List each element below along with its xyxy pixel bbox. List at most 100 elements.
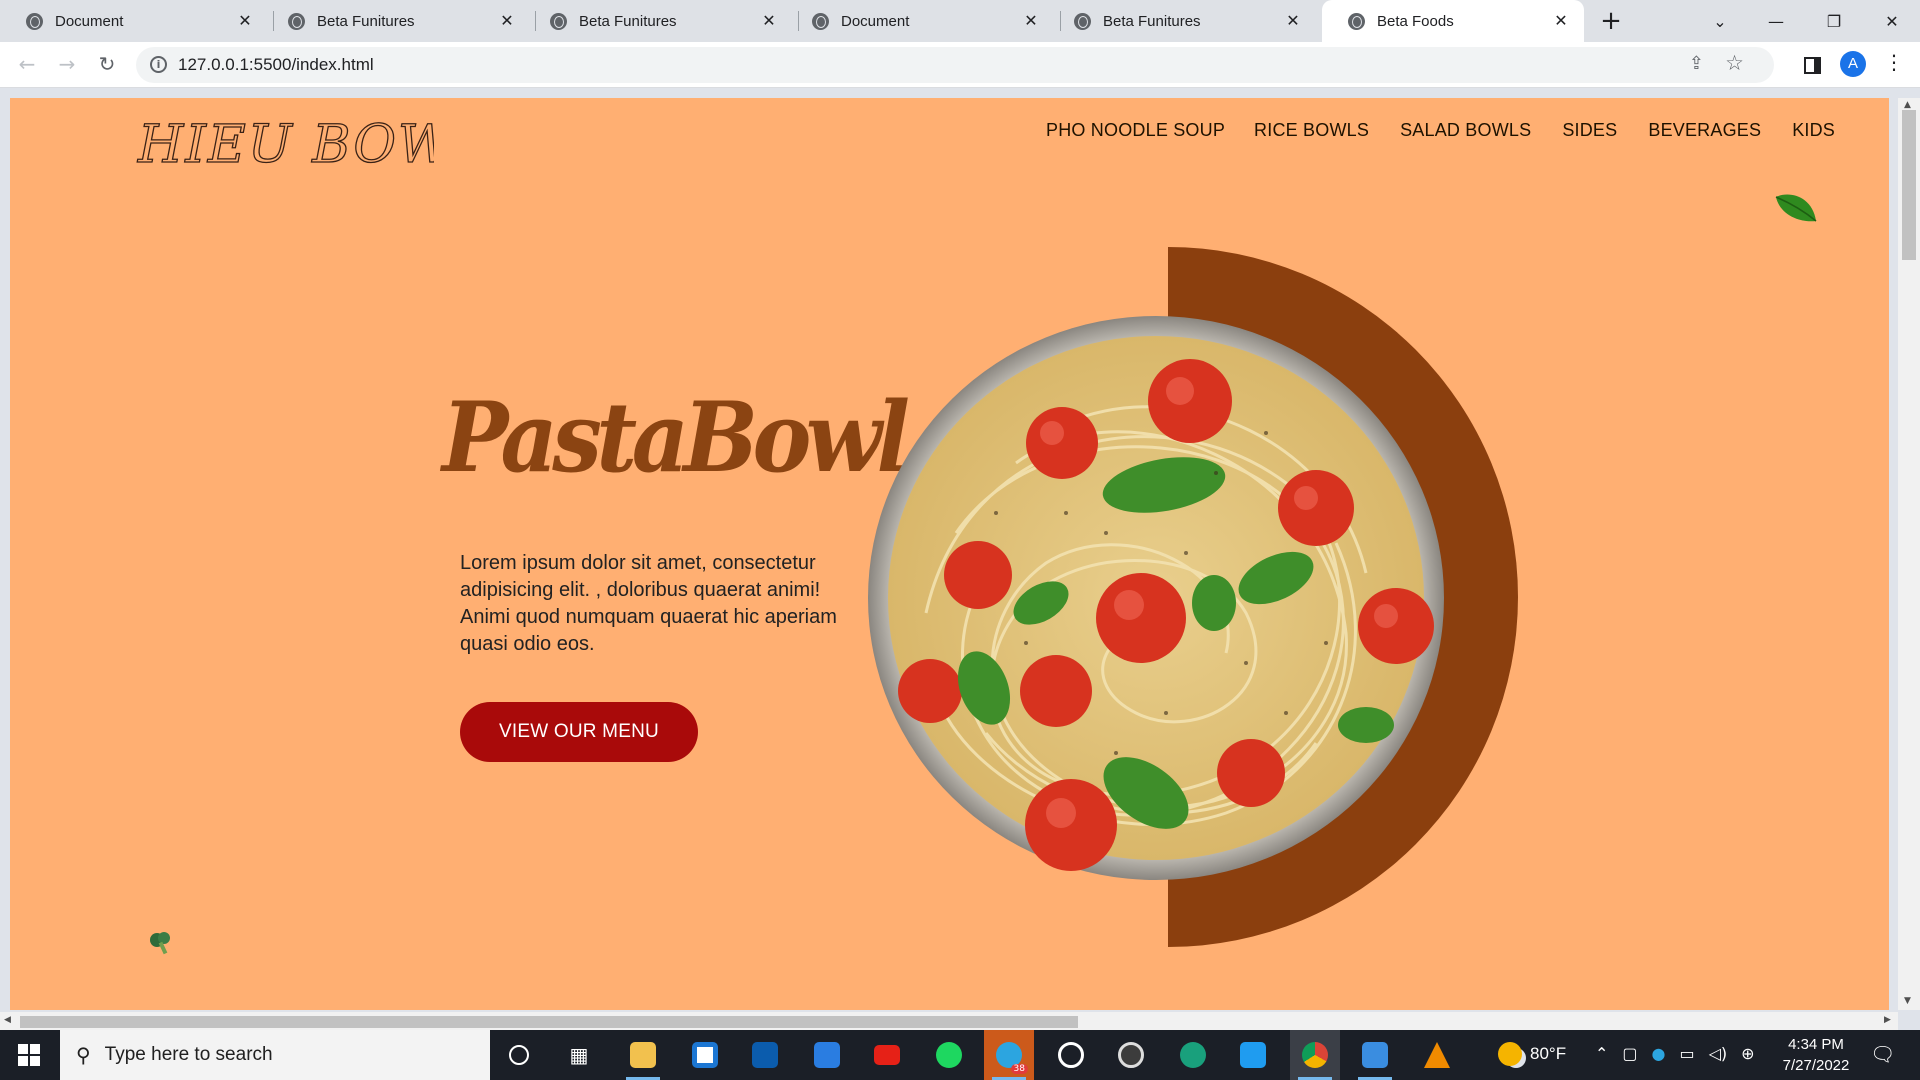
nav-beverages[interactable]: BEVERAGES	[1648, 120, 1761, 141]
minimize-button[interactable]: —	[1748, 0, 1804, 42]
side-panel-button[interactable]	[1797, 50, 1827, 80]
task-view-button[interactable]: ▦	[554, 1030, 604, 1080]
tab-search-button[interactable]: ⌄	[1692, 0, 1748, 42]
browser-toolbar: ← → ↻ i 127.0.0.1:5500/index.html ⇪ ☆	[0, 42, 1920, 88]
cortana-button[interactable]	[494, 1030, 544, 1080]
battery-icon[interactable]: ▭	[1680, 1044, 1695, 1063]
menu-kebab-icon[interactable]: ⋮	[1884, 50, 1904, 74]
youtube-button[interactable]	[862, 1030, 912, 1080]
task-view-icon: ▦	[569, 1043, 589, 1067]
volume-icon[interactable]: ◁)	[1709, 1044, 1728, 1063]
weather-widget[interactable]: 80°F	[1498, 1042, 1566, 1066]
page-viewport: HIEU BOWL PHO NOODLE SOUP RICE BOWLS SAL…	[10, 98, 1889, 1010]
close-tab-icon[interactable]: ✕	[236, 11, 254, 31]
scroll-right-icon[interactable]: ▶	[1884, 1015, 1891, 1025]
meet-now-icon[interactable]: ▢	[1622, 1044, 1637, 1063]
browser-tab[interactable]: Beta Funitures ✕	[524, 0, 792, 42]
close-tab-icon[interactable]: ✕	[1552, 11, 1570, 31]
leaf-decoration-icon	[1775, 194, 1817, 222]
close-tab-icon[interactable]: ✕	[498, 11, 516, 31]
nav-sides[interactable]: SIDES	[1562, 120, 1617, 141]
spotify-icon	[936, 1042, 962, 1068]
store-icon	[692, 1042, 718, 1068]
hero-heading-text: PastaBowl	[442, 381, 910, 494]
hero-heading: PastaBowl	[442, 378, 910, 508]
scroll-down-icon[interactable]: ▼	[1904, 996, 1911, 1006]
vertical-scrollbar[interactable]: ▲ ▼	[1898, 98, 1920, 1010]
url-text[interactable]: 127.0.0.1:5500/index.html	[178, 55, 374, 75]
share-icon[interactable]: ⇪	[1689, 53, 1704, 74]
taskbar-search[interactable]: ⚲ Type here to search	[60, 1030, 490, 1080]
vlc-button[interactable]	[1412, 1030, 1462, 1080]
close-tab-icon[interactable]: ✕	[1284, 11, 1302, 31]
logo-text: HIEU BOWL	[137, 115, 434, 175]
browser-tab[interactable]: Document ✕	[786, 0, 1054, 42]
folder-icon	[630, 1042, 656, 1068]
whatsapp-icon	[1058, 1042, 1084, 1068]
new-tab-button[interactable]: +	[1596, 7, 1626, 37]
browser-tab-active[interactable]: Beta Foods ✕	[1322, 0, 1584, 42]
telegram-button[interactable]: 38	[984, 1030, 1034, 1080]
scroll-left-icon[interactable]: ◀	[4, 1015, 11, 1025]
youtube-icon	[874, 1045, 900, 1065]
horizontal-scrollbar[interactable]: ◀ ▶	[0, 1012, 1898, 1030]
vscode-icon	[1240, 1042, 1266, 1068]
mail-button[interactable]	[802, 1030, 852, 1080]
file-explorer-button[interactable]	[618, 1030, 668, 1080]
nav-pho-noodle-soup[interactable]: PHO NOODLE SOUP	[1046, 120, 1225, 141]
network-globe-icon[interactable]: ⊕	[1741, 1044, 1754, 1063]
vertical-scroll-thumb[interactable]	[1902, 110, 1916, 260]
chrome-button[interactable]	[1290, 1030, 1340, 1080]
scroll-up-icon[interactable]: ▲	[1904, 100, 1911, 110]
main-nav: PHO NOODLE SOUP RICE BOWLS SALAD BOWLS S…	[1046, 120, 1835, 141]
nav-kids[interactable]: KIDS	[1792, 120, 1835, 141]
forward-button[interactable]: →	[51, 48, 83, 80]
tab-title: Document	[55, 12, 124, 30]
profile-avatar[interactable]: A	[1840, 51, 1866, 77]
edge-icon	[1180, 1042, 1206, 1068]
system-tray: ⌃ ▢ ● ▭ ◁) ⊕	[1595, 1044, 1755, 1063]
whatsapp-button[interactable]	[1046, 1030, 1096, 1080]
vscode-button[interactable]	[1228, 1030, 1278, 1080]
tab-title: Document	[841, 12, 910, 30]
globe-icon	[288, 12, 305, 30]
start-button[interactable]	[0, 1030, 58, 1080]
windows-taskbar: ⚲ Type here to search ▦ 38 80°F ⌃ ▢ ● ▭ …	[0, 1030, 1920, 1080]
browser-tab[interactable]: Beta Funitures ✕	[262, 0, 530, 42]
weather-temp: 80°F	[1530, 1044, 1567, 1063]
obs-button[interactable]	[1106, 1030, 1156, 1080]
nav-rice-bowls[interactable]: RICE BOWLS	[1254, 120, 1369, 141]
chevron-up-icon[interactable]: ⌃	[1595, 1044, 1608, 1063]
notifications-icon[interactable]: 🗨	[1870, 1042, 1895, 1066]
browser-tab[interactable]: Document ✕	[0, 0, 268, 42]
obs-icon	[1118, 1042, 1144, 1068]
tab-title: Beta Foods	[1377, 12, 1454, 30]
photos-button[interactable]	[1350, 1030, 1400, 1080]
reload-button[interactable]: ↻	[91, 48, 123, 80]
close-tab-icon[interactable]: ✕	[1022, 11, 1040, 31]
back-button[interactable]: ←	[11, 48, 43, 80]
hero-description: Lorem ipsum dolor sit amet, consectetur …	[460, 552, 837, 655]
close-tab-icon[interactable]: ✕	[760, 11, 778, 31]
taskbar-clock[interactable]: 4:34 PM 7/27/2022	[1768, 1034, 1864, 1076]
store-button[interactable]	[680, 1030, 730, 1080]
bookmark-star-icon[interactable]: ☆	[1725, 51, 1744, 75]
store-button[interactable]	[740, 1030, 790, 1080]
site-logo[interactable]: HIEU BOWL	[134, 106, 434, 176]
tab-title: Beta Funitures	[1103, 12, 1201, 30]
address-bar[interactable]: i 127.0.0.1:5500/index.html ⇪ ☆	[136, 47, 1774, 83]
telegram-tray-icon[interactable]: ●	[1652, 1044, 1666, 1063]
globe-icon	[812, 12, 829, 30]
spotify-button[interactable]	[924, 1030, 974, 1080]
edge-button[interactable]	[1168, 1030, 1218, 1080]
nav-salad-bowls[interactable]: SALAD BOWLS	[1400, 120, 1531, 141]
horizontal-scroll-thumb[interactable]	[20, 1016, 1078, 1028]
restore-button[interactable]: ❐	[1806, 0, 1862, 42]
close-window-button[interactable]: ✕	[1864, 0, 1920, 42]
globe-icon	[550, 12, 567, 30]
site-info-icon[interactable]: i	[150, 56, 167, 73]
mail-icon	[814, 1042, 840, 1068]
store-icon	[752, 1042, 778, 1068]
browser-tab[interactable]: Beta Funitures ✕	[1048, 0, 1316, 42]
view-menu-button[interactable]: VIEW OUR MENU	[460, 702, 698, 762]
